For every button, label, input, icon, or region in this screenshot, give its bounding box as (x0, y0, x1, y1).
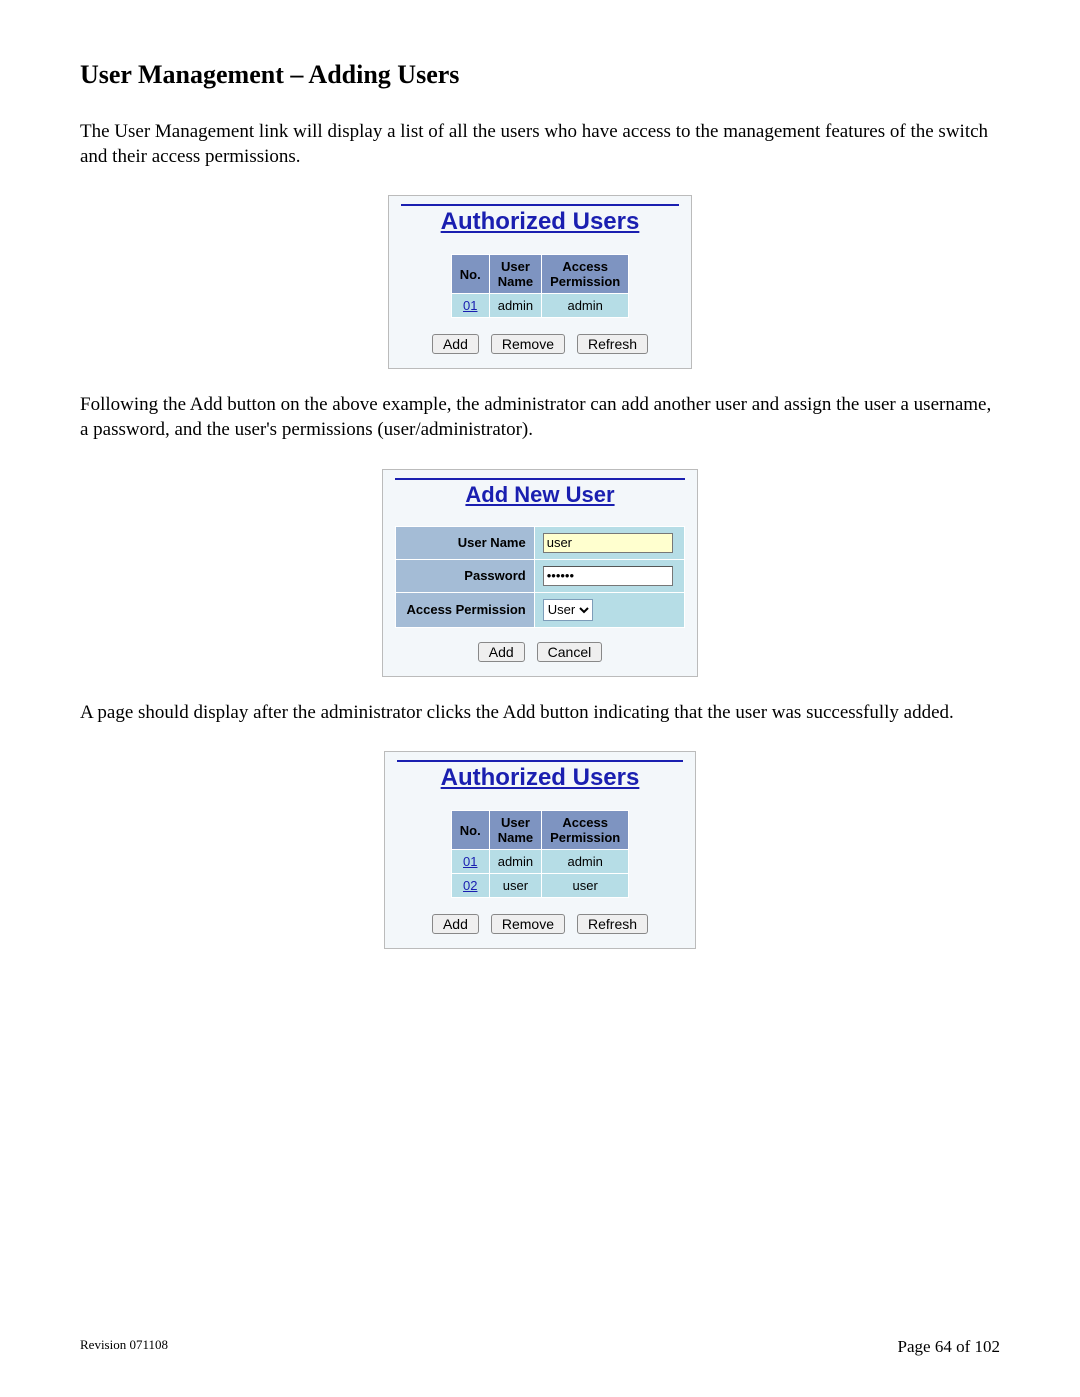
users-table: No. User Name Access Permission 01 admin… (451, 254, 629, 318)
authorized-users-panel-before: Authorized Users No. User Name Access Pe… (388, 195, 692, 369)
page-footer: Revision 071108 Page 64 of 102 (80, 1337, 1000, 1357)
add-button[interactable]: Add (432, 914, 479, 934)
page-title: User Management – Adding Users (80, 60, 1000, 90)
panel-title: Authorized Users (397, 760, 683, 792)
row-link[interactable]: 01 (463, 854, 477, 869)
button-row: Add Remove Refresh (397, 914, 683, 934)
cell-no[interactable]: 01 (451, 850, 489, 874)
row-link[interactable]: 01 (463, 298, 477, 313)
table-row: 01 admin admin (451, 294, 628, 318)
password-label: Password (396, 559, 535, 592)
table-row: 02 user user (451, 874, 628, 898)
add-button[interactable]: Add (432, 334, 479, 354)
col-no: No. (451, 255, 489, 294)
cell-perm: user (542, 874, 629, 898)
table-header-row: No. User Name Access Permission (451, 255, 628, 294)
col-name: User Name (489, 811, 541, 850)
col-name: User Name (489, 255, 541, 294)
add-button[interactable]: Add (478, 642, 525, 662)
username-label: User Name (396, 526, 535, 559)
permission-label: Access Permission (396, 592, 535, 627)
intro-paragraph-3: A page should display after the administ… (80, 701, 1000, 726)
username-input[interactable] (543, 533, 673, 553)
remove-button[interactable]: Remove (491, 914, 565, 934)
password-cell (534, 559, 684, 592)
users-table: No. User Name Access Permission 01 admin… (451, 810, 629, 898)
panel-title: Authorized Users (401, 204, 679, 236)
cell-perm: admin (542, 294, 629, 318)
authorized-users-panel-after: Authorized Users No. User Name Access Pe… (384, 751, 696, 949)
col-perm: Access Permission (542, 811, 629, 850)
refresh-button[interactable]: Refresh (577, 914, 648, 934)
remove-button[interactable]: Remove (491, 334, 565, 354)
add-user-form: User Name Password Access Permission Use… (395, 526, 685, 628)
page-number: Page 64 of 102 (898, 1337, 1000, 1357)
row-link[interactable]: 02 (463, 878, 477, 893)
revision-text: Revision 071108 (80, 1337, 168, 1357)
username-cell (534, 526, 684, 559)
table-row: 01 admin admin (451, 850, 628, 874)
panel-title: Add New User (395, 478, 685, 508)
cell-name: user (489, 874, 541, 898)
password-input[interactable] (543, 566, 673, 586)
refresh-button[interactable]: Refresh (577, 334, 648, 354)
permission-select[interactable]: User (543, 599, 593, 621)
button-row: Add Remove Refresh (401, 334, 679, 354)
col-perm: Access Permission (542, 255, 629, 294)
cell-name: admin (489, 294, 541, 318)
intro-paragraph-2: Following the Add button on the above ex… (80, 393, 1000, 442)
cancel-button[interactable]: Cancel (537, 642, 603, 662)
table-header-row: No. User Name Access Permission (451, 811, 628, 850)
cell-no[interactable]: 02 (451, 874, 489, 898)
intro-paragraph-1: The User Management link will display a … (80, 120, 1000, 169)
col-no: No. (451, 811, 489, 850)
button-row: Add Cancel (395, 642, 685, 662)
add-new-user-panel: Add New User User Name Password Access P… (382, 469, 698, 677)
permission-cell: User (534, 592, 684, 627)
cell-perm: admin (542, 850, 629, 874)
cell-no[interactable]: 01 (451, 294, 489, 318)
cell-name: admin (489, 850, 541, 874)
